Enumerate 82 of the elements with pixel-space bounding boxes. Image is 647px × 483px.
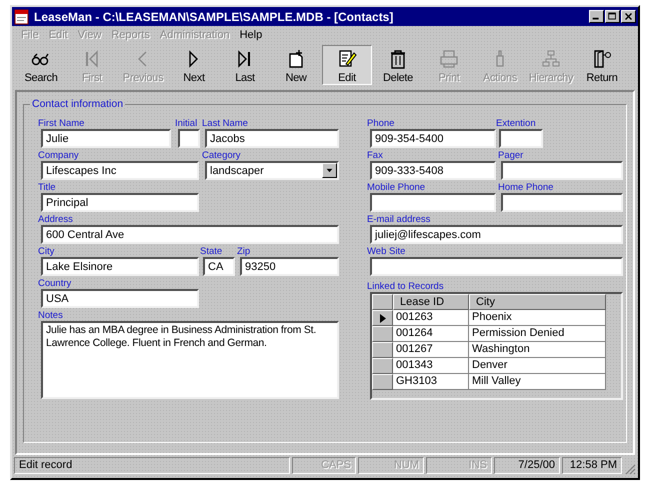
window-title: LeaseMan - C:\LEASEMAN\SAMPLE\SAMPLE.MDB - [Contacts]: [34, 10, 394, 24]
text-field[interactable]: juliej@lifescapes.com: [370, 225, 623, 244]
table-cell: Mill Valley: [469, 374, 606, 390]
text-field[interactable]: [370, 257, 623, 276]
text-field[interactable]: Principal: [41, 193, 199, 212]
text-field[interactable]: 909-333-5408: [370, 161, 496, 180]
row-selector[interactable]: [372, 374, 393, 390]
column-header[interactable]: City: [469, 294, 606, 310]
column-header[interactable]: Lease ID: [393, 294, 469, 310]
status-indicator: NUM: [358, 456, 424, 474]
status-indicator: 12:58 PM: [562, 456, 622, 474]
toolbar-button[interactable]: New: [271, 45, 321, 85]
table-cell: Denver: [469, 358, 606, 374]
text-field[interactable]: Julie: [41, 129, 171, 148]
field-label: Address: [38, 214, 74, 225]
table-cell: Permission Denied: [469, 326, 606, 342]
table-cell: 001343: [393, 358, 469, 374]
text-field[interactable]: [178, 129, 200, 148]
app-icon: [14, 8, 30, 24]
table-cell: Washington: [469, 342, 606, 358]
text-field[interactable]: 600 Central Ave: [41, 225, 339, 244]
field-label: Fax: [367, 150, 384, 161]
field-label: Pager: [498, 150, 524, 161]
grid-label: Linked to Records: [367, 281, 445, 292]
field-label: Country: [38, 278, 72, 289]
status-message: Edit record: [14, 456, 290, 474]
field-label: Extention: [496, 118, 537, 129]
group-title: Contact information: [30, 98, 126, 110]
table-cell: GH3103: [393, 374, 469, 390]
table-cell: 001263: [393, 310, 469, 326]
text-field[interactable]: CA: [203, 257, 235, 276]
text-field[interactable]: USA: [41, 289, 199, 308]
text-field[interactable]: 93250: [240, 257, 339, 276]
dropdown-field[interactable]: landscaper: [205, 161, 339, 180]
field-label: E-mail address: [367, 214, 432, 225]
field-label: Category: [202, 150, 242, 161]
field-label: State: [200, 246, 224, 257]
row-selector[interactable]: [372, 342, 393, 358]
toolbar-button[interactable]: Last: [220, 45, 270, 85]
text-field[interactable]: [499, 129, 543, 148]
field-label: Mobile Phone: [367, 182, 426, 193]
menu-item[interactable]: Help: [234, 28, 268, 42]
field-label: Web Site: [367, 246, 406, 257]
current-row-icon: [380, 314, 386, 322]
status-indicator: INS: [426, 456, 492, 474]
text-field[interactable]: Lake Elsinore: [41, 257, 199, 276]
toolbar-button[interactable]: Edit: [322, 45, 372, 85]
field-label: Zip: [237, 246, 252, 257]
text-field[interactable]: [501, 193, 623, 212]
field-label: Notes: [38, 310, 64, 321]
toolbar-button[interactable]: Next: [169, 45, 219, 85]
field-label: Last Name: [202, 118, 249, 129]
close-button[interactable]: [621, 10, 636, 23]
minimize-button[interactable]: [589, 10, 604, 23]
field-label: Company: [38, 150, 80, 161]
notes-field[interactable]: Julie has an MBA degree in Business Administration from St. Lawrence College. Fluent in French and German.: [41, 321, 339, 399]
text-field[interactable]: [501, 161, 623, 180]
status-indicator: CAPS: [292, 456, 356, 474]
text-field[interactable]: Jacobs: [205, 129, 339, 148]
field-label: First Name: [38, 118, 86, 129]
row-selector[interactable]: [372, 310, 393, 326]
printer-icon: [438, 48, 460, 70]
toolbar-button[interactable]: Delete: [373, 45, 423, 85]
toolbar-button[interactable]: Search: [16, 45, 66, 85]
field-label: Phone: [367, 118, 396, 129]
text-field[interactable]: 909-354-5400: [370, 129, 496, 148]
text-field[interactable]: [370, 193, 496, 212]
table-cell: 001264: [393, 326, 469, 342]
field-label: City: [38, 246, 56, 257]
text-field[interactable]: Lifescapes Inc: [41, 161, 199, 180]
field-label: Initial: [175, 118, 198, 129]
field-label: Title: [38, 182, 57, 193]
grid-corner: [372, 294, 393, 310]
maximize-button[interactable]: [605, 10, 620, 23]
table-cell: 001267: [393, 342, 469, 358]
toolbar-button[interactable]: Return: [577, 45, 627, 85]
resize-grip-icon[interactable]: [624, 463, 636, 475]
status-indicator: 7/25/00: [494, 456, 560, 474]
row-selector[interactable]: [372, 326, 393, 342]
row-selector[interactable]: [372, 358, 393, 374]
table-cell: Phoenix: [469, 310, 606, 326]
field-label: Home Phone: [498, 182, 554, 193]
